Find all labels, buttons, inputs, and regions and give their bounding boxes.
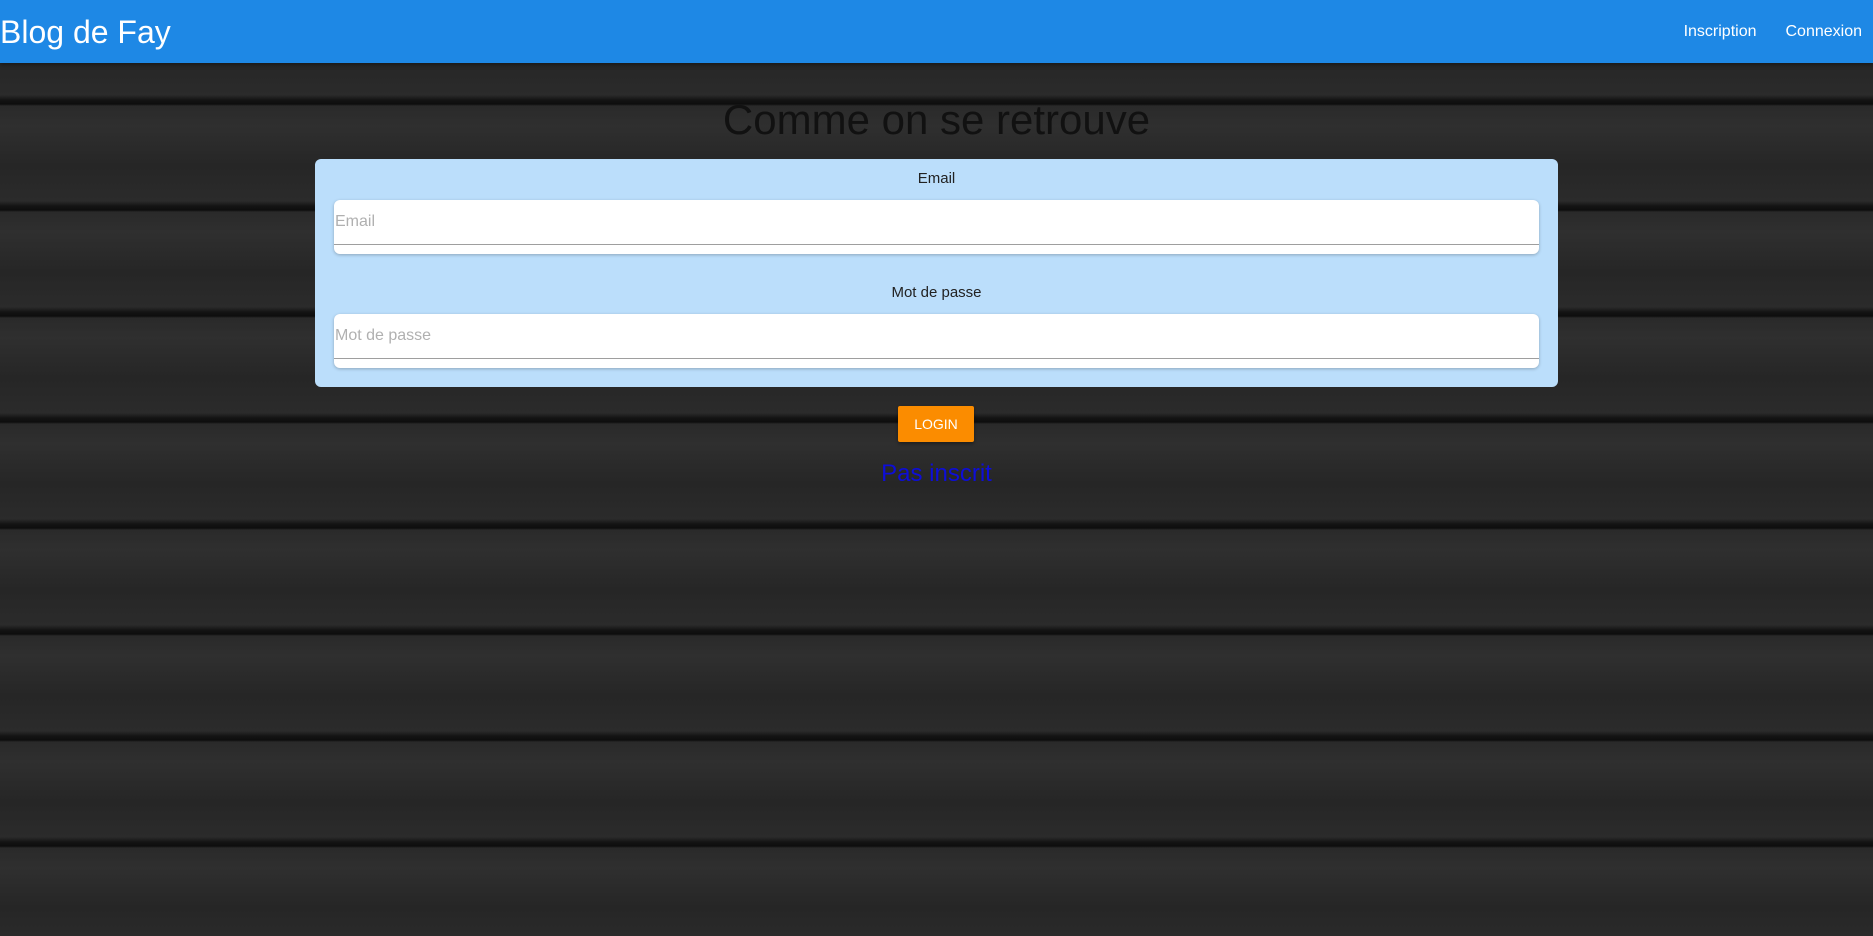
email-field-wrapper (334, 200, 1539, 254)
email-label: Email (917, 170, 956, 187)
password-field[interactable] (334, 314, 1539, 359)
password-field-wrapper (334, 314, 1539, 368)
nav-links: Inscription Connexion (1666, 0, 1873, 63)
password-label: Mot de passe (891, 284, 982, 301)
brand-link[interactable]: Blog de Fay (0, 12, 171, 52)
login-button[interactable]: Login (898, 406, 974, 442)
page-title: Comme on se retrouve (722, 96, 1151, 143)
nav-link-inscription[interactable]: Inscription (1666, 23, 1768, 41)
email-field[interactable] (334, 200, 1539, 245)
nav-link-connexion[interactable]: Connexion (1768, 23, 1873, 41)
top-navbar: Blog de Fay Inscription Connexion (0, 0, 1873, 63)
signup-link[interactable]: Pas inscrit (0, 459, 1873, 489)
login-form: Email Mot de passe (315, 159, 1558, 387)
